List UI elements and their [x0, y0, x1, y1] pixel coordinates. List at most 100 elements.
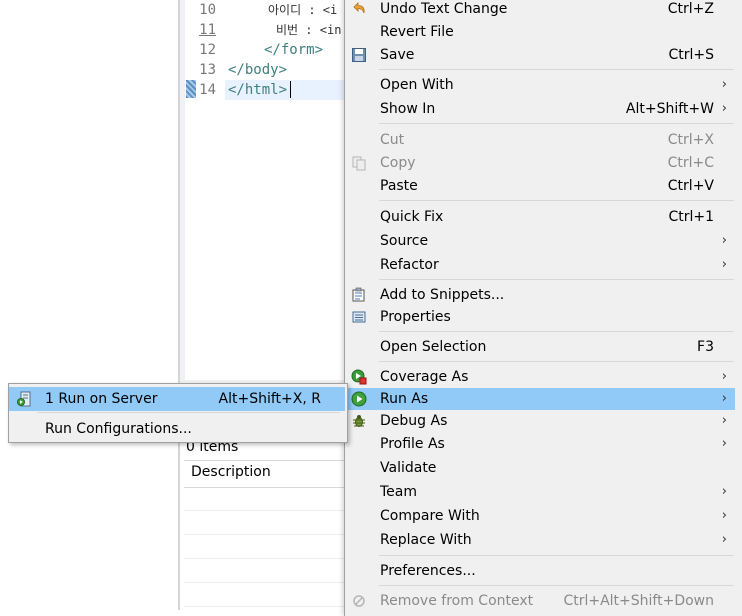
submenu-arrow-icon: ›	[721, 508, 727, 523]
menu-item-label: Show In	[380, 101, 436, 117]
table-row	[184, 559, 344, 583]
menu-item-undo-text-change[interactable]: Undo Text Change Ctrl+Z	[345, 0, 735, 20]
submenu-arrow-icon: ›	[721, 77, 727, 92]
submenu-arrow-icon: ›	[721, 101, 727, 116]
submenu-arrow-icon: ›	[721, 233, 727, 248]
menu-item-label: Debug As	[380, 413, 448, 429]
menu-item-add-to-snippets[interactable]: Add to Snippets...	[345, 284, 735, 306]
submenu-separator	[37, 412, 340, 413]
occurrence-marker	[186, 80, 196, 98]
code-line[interactable]: </form>	[264, 40, 323, 60]
line-number: 11	[199, 22, 216, 38]
menu-item-copy[interactable]: Copy Ctrl+C	[345, 152, 735, 174]
menu-item-label: Preferences...	[380, 563, 476, 579]
submenu-item-run-configurations[interactable]: Run Configurations...	[9, 417, 345, 441]
menu-item-replace-with[interactable]: Replace With ›	[345, 529, 735, 551]
menu-item-paste[interactable]: Paste Ctrl+V	[345, 175, 735, 197]
menu-item-label: Run As	[380, 391, 429, 407]
submenu-item-shortcut: Alt+Shift+X, R	[218, 391, 321, 407]
code-line[interactable]: 아이디 : <i	[268, 0, 337, 20]
menu-item-label: Paste	[380, 178, 418, 194]
menu-item-label: Open Selection	[380, 339, 487, 355]
table-row	[184, 535, 344, 559]
editor-ruler	[180, 0, 185, 380]
menu-separator	[379, 555, 734, 556]
code-line[interactable]: </html>	[228, 80, 287, 100]
text-caret	[290, 81, 291, 98]
menu-item-label: Validate	[380, 460, 437, 476]
line-number: 12	[199, 42, 216, 58]
menu-item-label: Profile As	[380, 436, 445, 452]
menu-item-open-with[interactable]: Open With ›	[345, 74, 735, 96]
menu-item-save[interactable]: Save Ctrl+S	[345, 44, 735, 66]
menu-item-team[interactable]: Team ›	[345, 481, 735, 503]
column-header-label: Description	[191, 464, 271, 480]
menu-item-label: Remove from Context	[380, 593, 534, 609]
line-number: 13	[199, 62, 216, 78]
menu-item-shortcut: Ctrl+Alt+Shift+Down	[563, 593, 714, 609]
menu-item-properties[interactable]: Properties	[345, 306, 735, 328]
menu-item-label: Cut	[380, 132, 405, 148]
menu-item-source[interactable]: Source ›	[345, 230, 735, 252]
menu-item-profile-as[interactable]: Profile As ›	[345, 433, 735, 455]
menu-item-label: Coverage As	[380, 369, 469, 385]
submenu-arrow-icon: ›	[721, 257, 727, 272]
menu-item-compare-with[interactable]: Compare With ›	[345, 505, 735, 527]
menu-separator	[379, 200, 734, 201]
line-number: 10	[199, 2, 216, 18]
menu-separator	[379, 123, 734, 124]
menu-item-validate[interactable]: Validate	[345, 457, 735, 479]
menu-item-preferences[interactable]: Preferences...	[345, 560, 735, 582]
menu-item-label: Refactor	[380, 257, 439, 273]
menu-item-remove-from-context[interactable]: Remove from Context Ctrl+Alt+Shift+Down	[345, 590, 735, 612]
run-on-server-icon	[17, 391, 33, 407]
menu-item-shortcut: Ctrl+C	[667, 155, 714, 171]
run-icon	[351, 391, 367, 407]
submenu-arrow-icon: ›	[721, 413, 727, 428]
menu-item-label: Team	[380, 484, 418, 500]
submenu-arrow-icon: ›	[721, 532, 727, 547]
table-row	[184, 511, 344, 535]
submenu-item-run-on-server[interactable]: 1 Run on Server Alt+Shift+X, R	[9, 387, 345, 411]
menu-item-shortcut: Alt+Shift+W	[625, 101, 714, 117]
menu-item-label: Compare With	[380, 508, 480, 524]
menu-separator	[379, 279, 734, 280]
menu-item-label: Replace With	[380, 532, 472, 548]
menu-item-label: Copy	[380, 155, 416, 171]
menu-item-open-selection[interactable]: Open Selection F3	[345, 336, 735, 358]
menu-item-label: Properties	[380, 309, 451, 325]
submenu-arrow-icon: ›	[721, 436, 727, 451]
snippets-icon	[351, 287, 367, 303]
menu-item-run-as[interactable]: Run As ›	[345, 388, 735, 410]
menu-item-quick-fix[interactable]: Quick Fix Ctrl+1	[345, 206, 735, 228]
menu-item-label: Quick Fix	[380, 209, 444, 225]
menu-item-debug-as[interactable]: Debug As ›	[345, 410, 735, 432]
menu-separator	[379, 69, 734, 70]
menu-item-revert-file[interactable]: Revert File	[345, 21, 735, 43]
workspace-background	[0, 0, 178, 610]
menu-item-coverage-as[interactable]: Coverage As ›	[345, 366, 735, 388]
undo-icon	[351, 1, 367, 17]
menu-item-label: Save	[380, 47, 415, 63]
menu-separator	[379, 361, 734, 362]
bug-icon	[351, 413, 367, 429]
menu-item-refactor[interactable]: Refactor ›	[345, 254, 735, 276]
menu-item-label: Open With	[380, 77, 454, 93]
menu-item-show-in[interactable]: Show In Alt+Shift+W ›	[345, 98, 735, 120]
menu-separator	[379, 585, 734, 586]
properties-icon	[351, 309, 367, 325]
menu-item-shortcut: Ctrl+V	[667, 178, 714, 194]
menu-item-shortcut: Ctrl+Z	[667, 1, 714, 17]
submenu-arrow-icon: ›	[721, 369, 727, 384]
menu-item-cut[interactable]: Cut Ctrl+X	[345, 129, 735, 151]
save-icon	[351, 47, 367, 63]
menu-item-shortcut: Ctrl+X	[667, 132, 714, 148]
menu-separator	[379, 331, 734, 332]
submenu-arrow-icon: ›	[721, 484, 727, 499]
submenu-item-label: 1 Run on Server	[45, 391, 158, 407]
menu-item-label: Revert File	[380, 24, 454, 40]
code-line[interactable]: </body>	[228, 60, 287, 80]
menu-item-shortcut: F3	[697, 339, 714, 355]
remove-context-icon	[351, 593, 367, 609]
code-line[interactable]: 비번 : <in	[276, 20, 341, 40]
